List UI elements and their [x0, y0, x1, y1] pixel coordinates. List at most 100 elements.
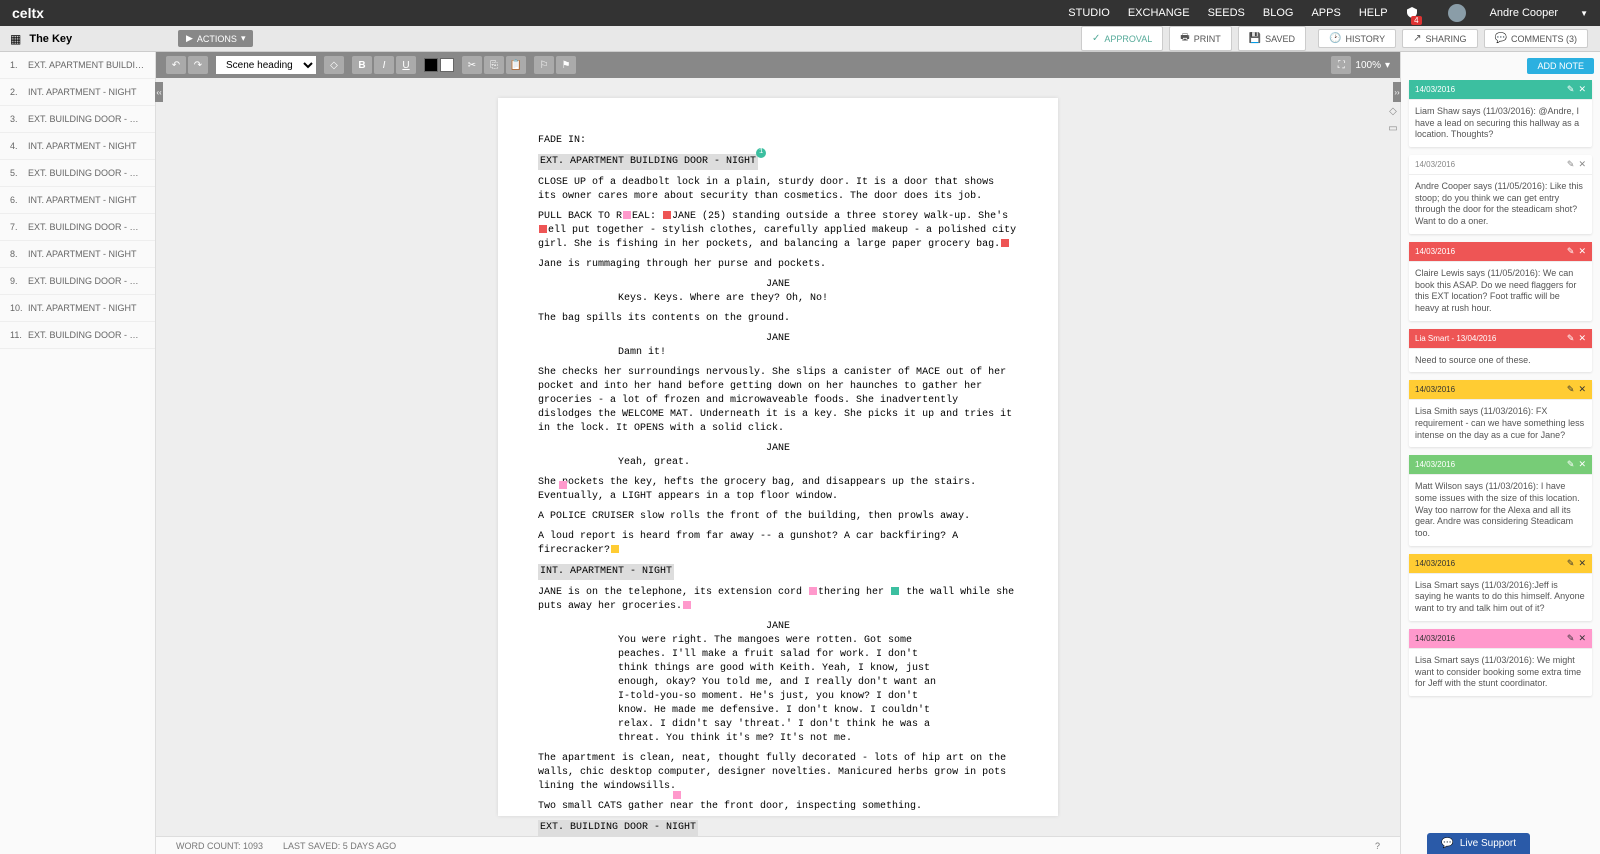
edit-icon[interactable]: ✎: [1567, 159, 1575, 170]
nav-apps[interactable]: APPS: [1311, 7, 1340, 19]
paste-button[interactable]: 📋: [506, 56, 526, 74]
text-color-swatch[interactable]: [424, 58, 438, 72]
delete-icon[interactable]: ✕: [1578, 159, 1586, 170]
edit-icon[interactable]: ✎: [1567, 246, 1575, 257]
bold-button[interactable]: B: [352, 56, 372, 74]
fullscreen-button[interactable]: ⛶: [1331, 56, 1351, 74]
note-card[interactable]: 14/03/2016✎✕Matt Wilson says (11/03/2016…: [1409, 455, 1592, 545]
comments-button[interactable]: 💬 COMMENTS (3): [1484, 29, 1588, 48]
edit-icon[interactable]: ✎: [1567, 558, 1575, 569]
marker-icon[interactable]: [683, 601, 691, 609]
note-card[interactable]: 14/03/2016✎✕Claire Lewis says (11/05/201…: [1409, 242, 1592, 321]
copy-button[interactable]: ⎘: [484, 56, 504, 74]
nav-help[interactable]: HELP: [1359, 7, 1388, 19]
edit-icon[interactable]: ✎: [1567, 459, 1575, 470]
note-card[interactable]: 14/03/2016✎✕Liam Shaw says (11/03/2016):…: [1409, 80, 1592, 147]
note-card[interactable]: 14/03/2016✎✕Lisa Smart says (11/03/2016)…: [1409, 629, 1592, 696]
tool-a-button[interactable]: ⚐: [534, 56, 554, 74]
action-3: Jane is rummaging through her purse and …: [538, 258, 1018, 272]
highlight-color-swatch[interactable]: [440, 58, 454, 72]
note-card[interactable]: Lia Smart - 13/04/2016✎✕Need to source o…: [1409, 329, 1592, 373]
marker-icon[interactable]: [539, 225, 547, 233]
delete-icon[interactable]: ✕: [1578, 246, 1586, 257]
zoom-level[interactable]: 100%: [1355, 60, 1381, 71]
marker-icon[interactable]: [809, 587, 817, 595]
avatar[interactable]: [1448, 4, 1466, 22]
sidebar-scene-item[interactable]: 2.INT. APARTMENT - NIGHT: [0, 79, 155, 106]
underline-button[interactable]: U: [396, 56, 416, 74]
actions-button[interactable]: ▶ ACTIONS ▾: [178, 30, 253, 47]
element-type-select[interactable]: Scene heading: [216, 56, 316, 74]
sidebar-scene-item[interactable]: 8.INT. APARTMENT - NIGHT: [0, 241, 155, 268]
marker-icon[interactable]: [559, 481, 567, 489]
delete-icon[interactable]: ✕: [1578, 633, 1586, 644]
delete-icon[interactable]: ✕: [1578, 558, 1586, 569]
edit-icon[interactable]: ✎: [1567, 384, 1575, 395]
sidebar-scene-item[interactable]: 9.EXT. BUILDING DOOR - NIGHT: [0, 268, 155, 295]
scene-sidebar: 1.EXT. APARTMENT BUILDING DOOR - ...2.IN…: [0, 52, 156, 854]
italic-button[interactable]: I: [374, 56, 394, 74]
sidebar-scene-item[interactable]: 10.INT. APARTMENT - NIGHT: [0, 295, 155, 322]
cut-button[interactable]: ✂: [462, 56, 482, 74]
scene-heading-1[interactable]: EXT. APARTMENT BUILDING DOOR - NIGHT1: [538, 154, 758, 170]
sidebar-scene-item[interactable]: 5.EXT. BUILDING DOOR - NIGHT: [0, 160, 155, 187]
marker-icon[interactable]: [623, 211, 631, 219]
print-button[interactable]: 🖶 PRINT: [1169, 26, 1231, 51]
user-name[interactable]: Andre Cooper: [1490, 7, 1559, 19]
sidebar-scene-item[interactable]: 6.INT. APARTMENT - NIGHT: [0, 187, 155, 214]
redo-button[interactable]: ↷: [188, 56, 208, 74]
format-button[interactable]: ◇: [324, 56, 344, 74]
comment-icon: 💬: [1495, 33, 1507, 44]
scene-number: 10.: [10, 303, 28, 313]
note-card[interactable]: 14/03/2016✎✕Lisa Smith says (11/03/2016)…: [1409, 380, 1592, 447]
chevron-down-icon[interactable]: ▼: [1580, 9, 1588, 18]
note-card[interactable]: 14/03/2016✎✕Lisa Smart says (11/03/2016)…: [1409, 554, 1592, 621]
action-1: CLOSE UP of a deadbolt lock in a plain, …: [538, 176, 1018, 204]
sidebar-scene-item[interactable]: 7.EXT. BUILDING DOOR - NIGHT: [0, 214, 155, 241]
marker-icon[interactable]: [1001, 239, 1009, 247]
edit-icon[interactable]: ✎: [1567, 633, 1575, 644]
note-header: Lia Smart - 13/04/2016✎✕: [1409, 329, 1592, 349]
approval-button[interactable]: ✓ APPROVAL: [1081, 26, 1163, 51]
marker-icon[interactable]: [891, 587, 899, 595]
sidebar-scene-item[interactable]: 4.INT. APARTMENT - NIGHT: [0, 133, 155, 160]
notification-icon[interactable]: 4: [1406, 6, 1418, 21]
chevron-down-icon[interactable]: ▾: [1385, 60, 1390, 71]
sidebar-scene-item[interactable]: 11.EXT. BUILDING DOOR - NIGHT: [0, 322, 155, 349]
delete-icon[interactable]: ✕: [1578, 84, 1586, 95]
gutter-icon-a[interactable]: ◇: [1389, 106, 1397, 117]
history-label: HISTORY: [1345, 34, 1385, 44]
saved-button[interactable]: 💾 SAVED: [1238, 26, 1306, 51]
nav-blog[interactable]: BLOG: [1263, 7, 1294, 19]
edit-icon[interactable]: ✎: [1567, 333, 1575, 344]
note-card[interactable]: 14/03/2016✎✕Andre Cooper says (11/05/201…: [1409, 155, 1592, 234]
delete-icon[interactable]: ✕: [1578, 459, 1586, 470]
page-scroll-area[interactable]: ◇ ▭ FADE IN: EXT. APARTMENT BUILDING DOO…: [156, 78, 1400, 836]
add-note-button[interactable]: ADD NOTE: [1527, 58, 1594, 74]
script-page[interactable]: FADE IN: EXT. APARTMENT BUILDING DOOR - …: [498, 98, 1058, 816]
sidebar-scene-item[interactable]: 3.EXT. BUILDING DOOR - NIGHT: [0, 106, 155, 133]
character-cue: JANE: [538, 620, 1018, 634]
live-support-button[interactable]: 💬 Live Support: [1427, 833, 1530, 854]
print-label: PRINT: [1194, 34, 1221, 44]
gutter-icon-b[interactable]: ▭: [1388, 123, 1397, 134]
marker-icon[interactable]: [663, 211, 671, 219]
undo-button[interactable]: ↶: [166, 56, 186, 74]
sidebar-scene-item[interactable]: 1.EXT. APARTMENT BUILDING DOOR - ...: [0, 52, 155, 79]
logo[interactable]: celtx: [12, 5, 44, 21]
sharing-button[interactable]: ↗ SHARING: [1402, 29, 1477, 48]
collapse-notes-icon[interactable]: ››: [1393, 82, 1401, 102]
note-bubble-icon[interactable]: 1: [756, 148, 766, 158]
history-button[interactable]: 🕑 HISTORY: [1318, 29, 1396, 48]
nav-exchange[interactable]: EXCHANGE: [1128, 7, 1190, 19]
marker-icon[interactable]: [611, 545, 619, 553]
scene-heading-3[interactable]: EXT. BUILDING DOOR - NIGHT: [538, 820, 698, 836]
scene-heading-2[interactable]: INT. APARTMENT - NIGHT: [538, 564, 674, 580]
nav-seeds[interactable]: SEEDS: [1208, 7, 1245, 19]
delete-icon[interactable]: ✕: [1578, 333, 1586, 344]
nav-studio[interactable]: STUDIO: [1068, 7, 1110, 19]
tool-b-button[interactable]: ⚑: [556, 56, 576, 74]
delete-icon[interactable]: ✕: [1578, 384, 1586, 395]
edit-icon[interactable]: ✎: [1567, 84, 1575, 95]
marker-icon[interactable]: [673, 791, 681, 799]
